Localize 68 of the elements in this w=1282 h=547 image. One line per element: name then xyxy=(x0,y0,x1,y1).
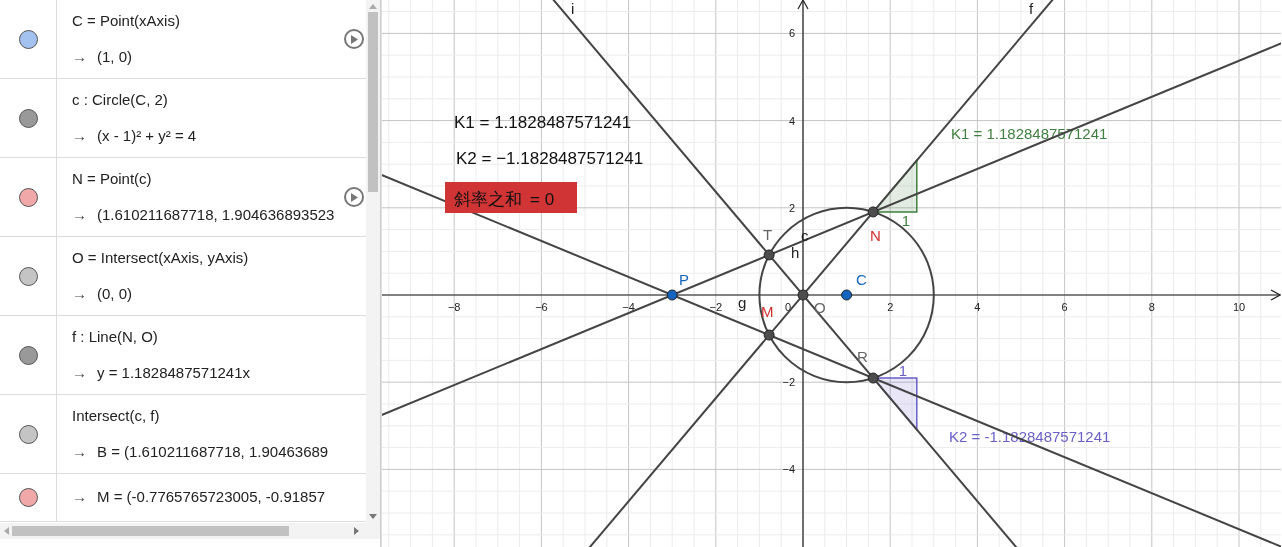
value-text: (1.610211687718, 1.904636893523 xyxy=(97,205,335,225)
tick-label: 4 xyxy=(974,301,981,313)
value-arrow: → xyxy=(72,126,87,146)
tick-label: −8 xyxy=(447,301,461,313)
value-text: B = (1.610211687718, 1.90463689 xyxy=(97,442,329,462)
point-dot[interactable] xyxy=(763,249,775,261)
definition-text: Intersect(c, f) xyxy=(72,405,161,426)
slope-sum-label: 斜率之和 = 0 xyxy=(445,182,577,213)
play-icon xyxy=(350,34,358,44)
point-label: P xyxy=(679,271,689,288)
horizontal-scrollbar[interactable] xyxy=(0,523,380,539)
line-label: f xyxy=(1029,0,1034,17)
tick-label: −2 xyxy=(782,376,795,389)
scrollbar-thumb[interactable] xyxy=(12,526,289,536)
point-dot[interactable] xyxy=(763,329,775,341)
point-label: T xyxy=(763,226,773,243)
slope-run-label: 1 xyxy=(898,362,908,379)
equation-text: K1 = 1.1828487571241 xyxy=(454,113,632,132)
play-button[interactable] xyxy=(344,29,364,49)
point-label: R xyxy=(857,348,868,365)
value-arrow: → xyxy=(72,47,87,67)
tick-label: −6 xyxy=(535,301,548,313)
tick-label: 2 xyxy=(788,201,795,214)
definition-text: N = Point(c) xyxy=(72,168,153,189)
value-arrow: → xyxy=(72,284,87,304)
point-dot[interactable] xyxy=(797,289,809,301)
point-dot[interactable] xyxy=(841,289,853,301)
value-arrow: → xyxy=(72,205,87,225)
value-arrow: → xyxy=(72,442,87,462)
point-label: O xyxy=(814,299,826,316)
play-button[interactable] xyxy=(344,187,364,207)
line-label: g xyxy=(738,294,747,311)
equation-text: K2 = −1.1828487571241 xyxy=(456,149,644,168)
value-text: (x - 1)² + y² = 4 xyxy=(97,126,197,146)
tick-label: 10 xyxy=(1232,301,1246,313)
definition-text: c : Circle(C, 2) xyxy=(72,89,169,110)
tick-label: −4 xyxy=(782,463,795,476)
tick-label: 6 xyxy=(1061,301,1068,313)
vertical-scrollbar[interactable] xyxy=(366,0,380,523)
value-text: M = (-0.7765765723005, -0.91857 xyxy=(97,487,326,508)
tick-label: 8 xyxy=(1148,301,1155,313)
scroll-down-arrow-icon[interactable] xyxy=(369,514,377,519)
value-text: (1, 0) xyxy=(97,47,132,67)
scroll-right-arrow-icon[interactable] xyxy=(354,527,359,535)
value-arrow: → xyxy=(72,363,87,383)
value-arrow: → xyxy=(72,487,87,508)
tick-label: 6 xyxy=(788,27,795,40)
point-dot[interactable] xyxy=(867,372,879,384)
tick-label: −2 xyxy=(709,301,723,313)
point-dot[interactable] xyxy=(867,206,879,218)
definition-text: O = Intersect(xAxis, yAxis) xyxy=(72,247,250,268)
tick-label: −4 xyxy=(622,301,635,313)
tick-label: 2 xyxy=(887,301,894,313)
scrollbar-thumb[interactable] xyxy=(368,12,378,192)
point-dot[interactable] xyxy=(666,289,678,301)
value-text: (0, 0) xyxy=(97,284,132,304)
point-label: C xyxy=(856,271,867,288)
definition-text: f : Line(N, O) xyxy=(72,326,159,347)
point-label: M xyxy=(761,303,774,320)
value-text: y = 1.1828487571241x xyxy=(97,363,251,383)
point-label: N xyxy=(870,227,881,244)
slope-run-label: 1 xyxy=(901,212,911,229)
definition-text: C = Point(xAxis) xyxy=(72,10,181,31)
tick-label: 4 xyxy=(788,114,795,127)
line-label: h xyxy=(791,244,800,261)
line-label: i xyxy=(571,0,575,17)
tick-label: 0 xyxy=(784,301,792,313)
play-icon xyxy=(350,192,358,202)
